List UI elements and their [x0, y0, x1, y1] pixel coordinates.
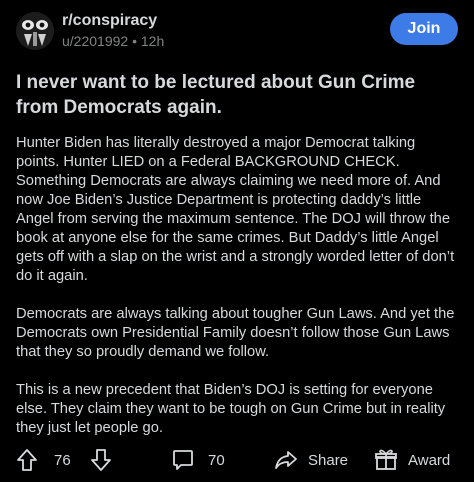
comment-button[interactable]: 70: [172, 444, 225, 476]
vote-count: 76: [54, 444, 71, 476]
upvote-arrow-icon: [16, 448, 38, 472]
award-button[interactable]: Award: [374, 444, 450, 476]
comment-bubble-icon: [172, 448, 194, 472]
downvote-arrow-icon: [90, 448, 112, 472]
upvote-button[interactable]: [16, 444, 38, 476]
share-label: Share: [308, 451, 349, 469]
award-label: Award: [408, 451, 451, 469]
subreddit-avatar-icon[interactable]: [16, 12, 54, 50]
post-paragraph: This is a new precedent that Biden’s DOJ…: [16, 382, 446, 436]
meta-separator: •: [132, 33, 137, 49]
comment-count: 70: [208, 451, 225, 469]
post-body: Hunter Biden has literally destroyed a m…: [16, 134, 462, 457]
share-arrow-icon: [274, 448, 298, 472]
post-paragraph: Democrats are always talking about tough…: [16, 306, 455, 360]
author-line: u/2201992 • 12h: [62, 31, 164, 51]
award-gift-icon: [374, 448, 398, 472]
post-action-bar: 76 70 Share Award: [16, 444, 458, 476]
author-name[interactable]: u/2201992: [62, 33, 128, 49]
subreddit-name[interactable]: r/conspiracy: [62, 11, 164, 31]
vote-count-label: 76: [54, 451, 71, 469]
post-paragraph: Hunter Biden has literally destroyed a m…: [16, 135, 455, 284]
post-age: 12h: [140, 33, 165, 49]
post-title[interactable]: I never want to be lectured about Gun Cr…: [16, 70, 462, 120]
downvote-button[interactable]: [90, 444, 112, 476]
share-button[interactable]: Share: [274, 444, 348, 476]
post-meta: r/conspiracy u/2201992 • 12h: [62, 11, 164, 51]
join-button[interactable]: Join: [390, 13, 458, 45]
post-header: r/conspiracy u/2201992 • 12h Join: [16, 10, 458, 52]
